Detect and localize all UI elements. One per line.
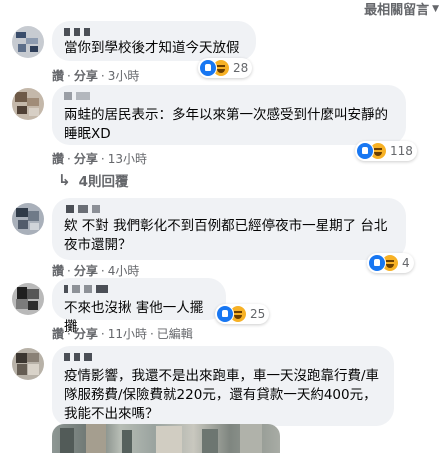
avatar[interactable]: [12, 88, 44, 120]
comment-text: 疫情影響，我還不是出來跑車，車一天沒跑靠行費/車隊服務費/保險費就220元，還有…: [64, 368, 380, 422]
like-link[interactable]: 讚: [52, 262, 64, 279]
reaction-summary[interactable]: 4: [367, 253, 414, 273]
reaction-summary[interactable]: 118: [355, 141, 417, 161]
timestamp[interactable]: 13小時: [108, 150, 147, 167]
reaction-count: 4: [402, 256, 410, 270]
redacted-author-name: [64, 205, 394, 214]
comment-bubble: 欸 不對 我們彰化不到百例都已經停夜市一星期了 台北夜市還開？: [52, 198, 406, 260]
reaction-count: 25: [250, 307, 266, 321]
like-reaction-icon: [368, 254, 386, 272]
dropdown-caret-icon: ▼: [432, 3, 439, 14]
comment-bubble: 兩蛙的居民表示：多年以來第一次感受到什麼叫安靜的睡眠XD: [52, 85, 406, 145]
avatar[interactable]: [12, 26, 44, 58]
share-link[interactable]: 分享: [74, 150, 98, 167]
redacted-author-name: [64, 353, 382, 362]
comment-sort-dropdown[interactable]: 最相關留言 ▼: [364, 0, 439, 18]
sort-label-text: 最相關留言: [364, 3, 430, 18]
comment-photo[interactable]: [52, 424, 280, 453]
view-replies-link[interactable]: ↳ 4則回覆: [58, 170, 128, 190]
share-link[interactable]: 分享: [74, 262, 98, 279]
timestamp[interactable]: 4小時: [108, 262, 140, 279]
avatar[interactable]: [12, 203, 44, 235]
like-link[interactable]: 讚: [52, 325, 64, 342]
comment-bubble: 當你到學校後才知道今天放假: [52, 21, 256, 61]
comment-text: 當你到學校後才知道今天放假: [64, 40, 240, 56]
like-reaction-icon: [199, 59, 217, 77]
reaction-summary[interactable]: 28: [198, 58, 253, 78]
reply-arrow-icon: ↳: [58, 171, 71, 189]
comment-actions: 讚 · 分享 · 13小時: [52, 150, 147, 167]
comment-bubble: 不來也沒揪 害他一人擺攤: [52, 278, 226, 335]
redacted-author-name: [64, 285, 214, 294]
avatar[interactable]: [12, 348, 44, 380]
comment-text: 兩蛙的居民表示：多年以來第一次感受到什麼叫安靜的睡眠XD: [64, 107, 388, 142]
like-reaction-icon: [356, 142, 374, 160]
like-link[interactable]: 讚: [52, 150, 64, 167]
redacted-author-name: [64, 28, 244, 37]
comment-text: 欸 不對 我們彰化不到百例都已經停夜市一星期了 台北夜市還開？: [64, 218, 388, 253]
comment-actions: 讚 · 分享 · 11小時 · 已編輯: [52, 325, 193, 342]
like-reaction-icon: [216, 305, 234, 323]
avatar[interactable]: [12, 283, 44, 315]
redacted-author-name: [64, 92, 394, 101]
replies-count-label: 4則回覆: [78, 174, 129, 190]
share-link[interactable]: 分享: [74, 67, 98, 84]
reaction-summary[interactable]: 25: [215, 304, 270, 324]
share-link[interactable]: 分享: [74, 325, 98, 342]
like-link[interactable]: 讚: [52, 67, 64, 84]
reaction-count: 28: [233, 61, 249, 75]
comment-bubble: 疫情影響，我還不是出來跑車，車一天沒跑靠行費/車隊服務費/保險費就220元，還有…: [52, 346, 394, 426]
timestamp[interactable]: 3小時: [108, 67, 140, 84]
edited-label[interactable]: 已編輯: [157, 325, 193, 342]
comment-actions: 讚 · 分享 · 4小時: [52, 262, 140, 279]
reaction-count: 118: [390, 144, 413, 158]
comment-actions: 讚 · 分享 · 3小時: [52, 67, 140, 84]
timestamp[interactable]: 11小時: [108, 325, 147, 342]
